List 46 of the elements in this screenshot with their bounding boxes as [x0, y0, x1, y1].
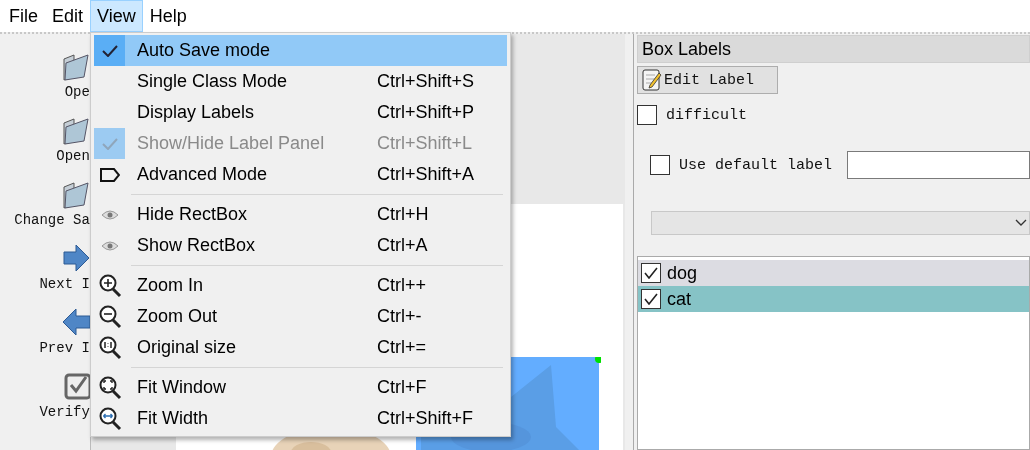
menu-item[interactable]: Show RectBox Ctrl+A: [94, 230, 507, 261]
zoom-original-icon: [97, 334, 122, 361]
toolbar-button-label[interactable]: Change Sa: [14, 212, 90, 228]
toolbar-button-label[interactable]: Next I: [39, 276, 90, 292]
dock-title: Box Labels: [636, 35, 1030, 63]
checkbox[interactable]: [649, 155, 670, 175]
checkbox-label: difficult: [665, 106, 747, 124]
toolbar-button-label[interactable]: Open: [56, 148, 90, 164]
zoom-out-icon: [97, 303, 122, 330]
menu-title[interactable]: Help: [142, 0, 194, 32]
checkbox[interactable]: [636, 105, 657, 125]
menu-item[interactable]: Auto Save mode: [94, 35, 507, 66]
menu-item[interactable]: Original size Ctrl+=: [94, 332, 507, 363]
label-list-item[interactable]: dog: [637, 260, 1029, 286]
eye-icon: [100, 209, 119, 220]
checkbox-label: Use default label: [678, 156, 832, 174]
menu-item[interactable]: Zoom Out Ctrl+-: [94, 301, 507, 332]
edit-label-button[interactable]: Edit Label: [636, 66, 778, 94]
toolbar-button-label[interactable]: Ope: [64, 84, 90, 100]
menu-title[interactable]: Edit: [45, 0, 91, 32]
fit-width-icon: [97, 405, 122, 432]
menu-title[interactable]: File: [2, 0, 45, 32]
default-label-field[interactable]: [847, 151, 1030, 179]
edit-icon: [641, 69, 662, 91]
checkbox[interactable]: [640, 289, 661, 309]
menu-item[interactable]: Display Labels Ctrl+Shift+P: [94, 97, 507, 128]
toolbar-button-label[interactable]: Prev I: [39, 340, 90, 356]
fit-window-icon: [97, 374, 122, 401]
menu-item[interactable]: Zoom In Ctrl++: [94, 270, 507, 301]
label-text: dog: [666, 262, 697, 284]
menu-item[interactable]: Advanced Mode Ctrl+Shift+A: [94, 159, 507, 190]
label-text: cat: [666, 288, 691, 310]
tag-icon: [99, 167, 120, 182]
toolbar-button-label[interactable]: Verify: [39, 404, 90, 420]
chevron-down-icon: [1015, 219, 1027, 227]
eye-icon: [100, 240, 119, 251]
menu-title[interactable]: View: [90, 0, 143, 32]
arrow-left-icon: [61, 307, 90, 337]
menu-item[interactable]: Fit Window Ctrl+F: [94, 372, 507, 403]
menu-item[interactable]: Hide RectBox Ctrl+H: [94, 199, 507, 230]
label-list-item[interactable]: cat: [637, 286, 1029, 312]
checkbox[interactable]: [640, 263, 661, 283]
menu-item[interactable]: Single Class Mode Ctrl+Shift+S: [94, 66, 507, 97]
arrow-right-icon: [61, 243, 90, 273]
menu-item[interactable]: Fit Width Ctrl+Shift+F: [94, 403, 507, 434]
zoom-in-icon: [97, 272, 122, 299]
